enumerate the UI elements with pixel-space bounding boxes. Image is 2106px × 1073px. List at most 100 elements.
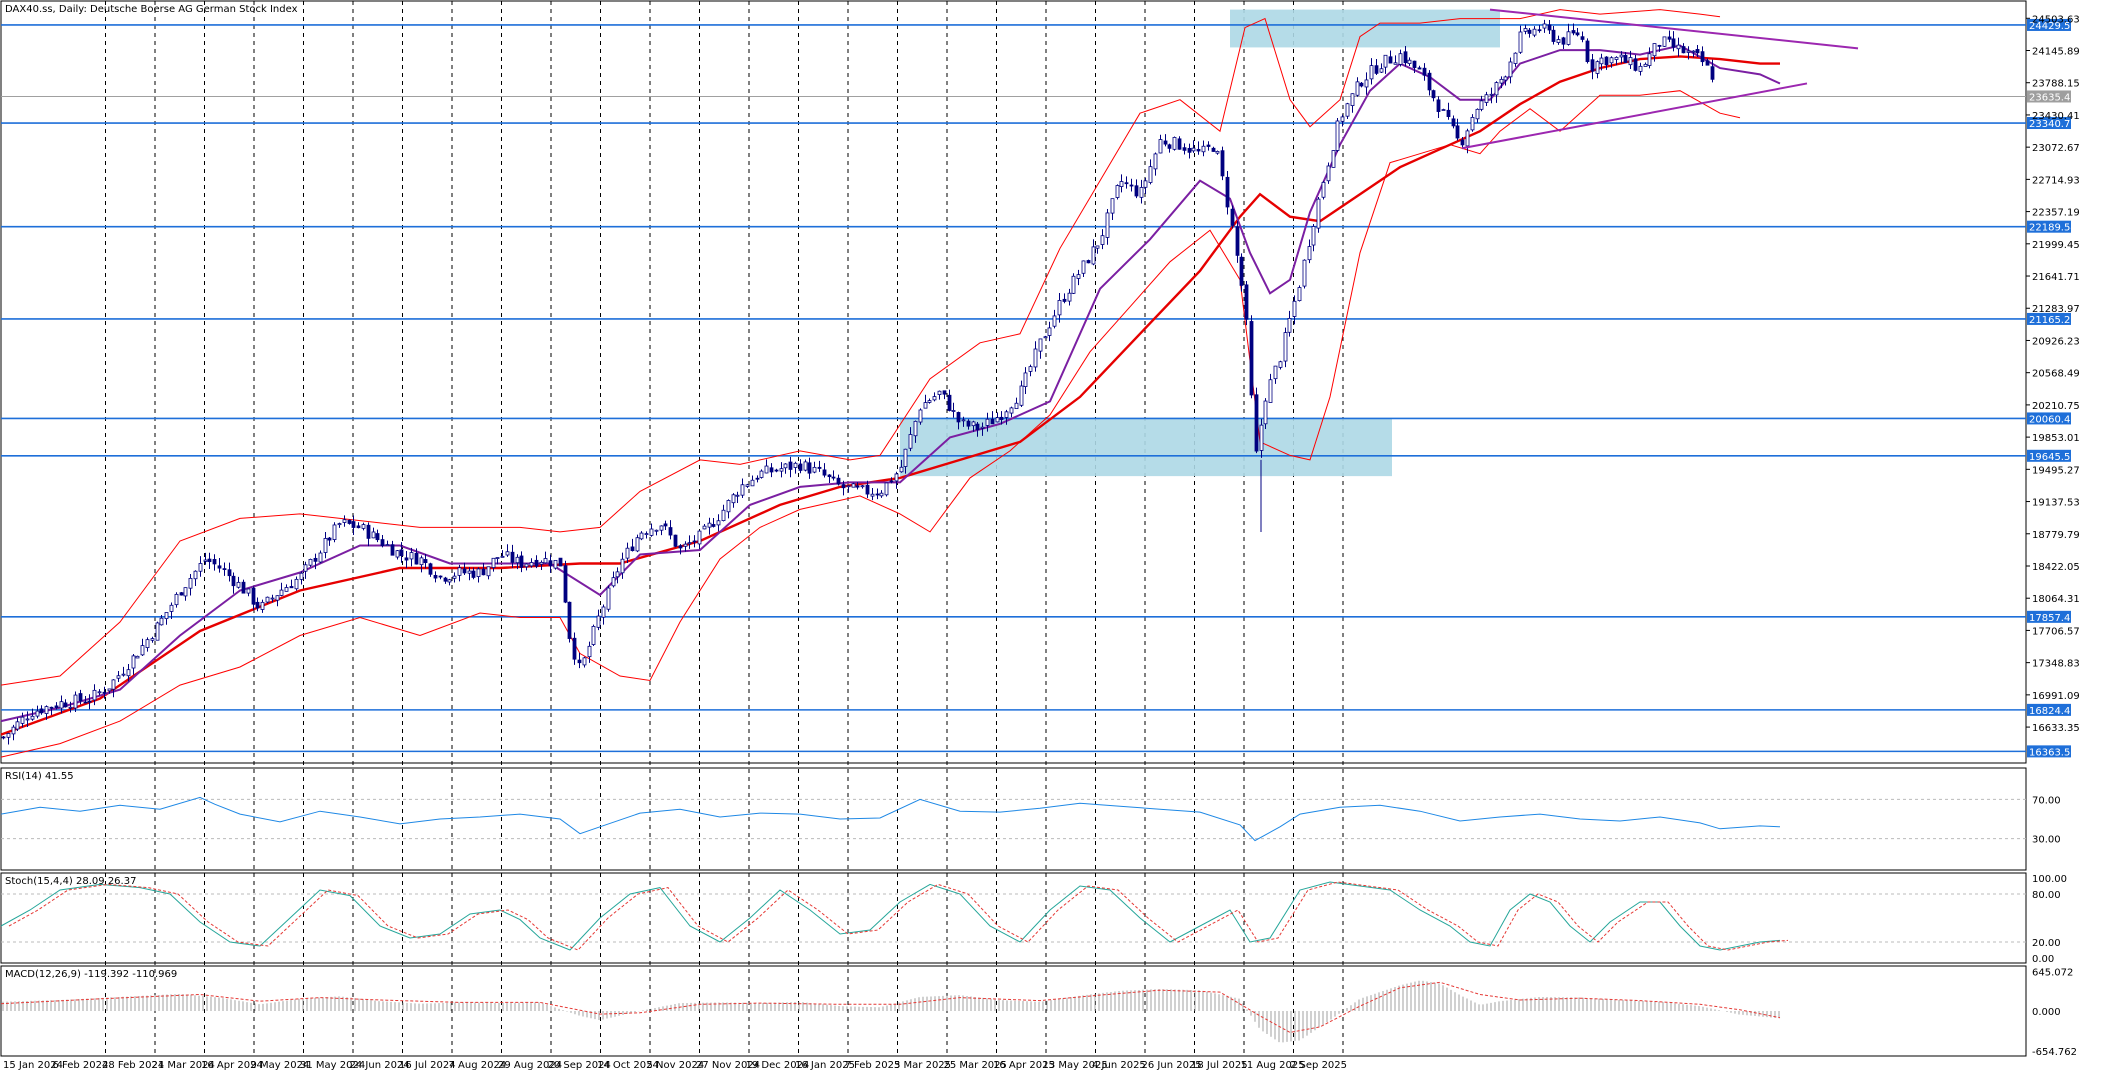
candle-body	[1513, 52, 1518, 64]
candle-body	[39, 708, 44, 714]
y-tick-label: 20210.75	[2032, 401, 2080, 412]
candle-body	[875, 493, 880, 496]
candle-body	[918, 409, 923, 423]
candle-body	[212, 559, 217, 565]
candle-body	[1086, 260, 1091, 264]
candle-body	[169, 604, 174, 612]
candle-body	[1436, 99, 1441, 112]
candle-body	[1499, 78, 1504, 84]
candle-body	[1393, 62, 1398, 65]
y-tick-label: 22714.93	[2032, 175, 2080, 186]
y-tick-label: 23788.15	[2032, 79, 2080, 90]
candle-body	[1335, 120, 1340, 151]
candle-body	[1489, 93, 1494, 96]
candle-body	[1542, 23, 1547, 29]
y-tick-label: 16633.35	[2032, 723, 2080, 734]
candle-body	[1551, 29, 1556, 42]
candle-body	[1417, 67, 1422, 70]
candle-body	[783, 463, 788, 469]
candle-body	[587, 645, 592, 658]
candle-body	[1201, 145, 1206, 153]
candle-body	[601, 606, 606, 618]
candle-body	[1355, 81, 1360, 96]
candle-body	[980, 426, 985, 429]
candle-body	[92, 689, 97, 701]
candle-body	[889, 480, 894, 483]
candle-body	[1619, 54, 1624, 58]
candle-body	[419, 557, 424, 566]
candle-body	[913, 420, 918, 437]
candle-body	[159, 617, 164, 626]
candle-body	[1129, 184, 1134, 187]
candle-body	[428, 563, 433, 575]
candle-body	[1585, 40, 1590, 63]
candle-body	[1206, 144, 1211, 147]
candle-body	[35, 710, 40, 717]
y-tick-label: 18064.31	[2032, 594, 2080, 605]
candle-body	[851, 483, 856, 488]
candle-body	[942, 390, 947, 395]
candle-body	[1455, 125, 1460, 139]
candle-body	[1023, 372, 1028, 387]
candle-body	[625, 547, 630, 559]
candle-body	[1196, 148, 1201, 152]
level-price-label: 16363.53	[2029, 747, 2077, 758]
candle-body	[1604, 56, 1609, 66]
candle-body	[673, 534, 678, 547]
y-tick-label: 19137.53	[2032, 498, 2080, 509]
candle-body	[155, 622, 160, 641]
candle-body	[1124, 182, 1129, 185]
candle-body	[1667, 36, 1672, 40]
candle-body	[121, 673, 126, 676]
candle-body	[1369, 65, 1374, 80]
candle-body	[884, 482, 889, 496]
candle-body	[83, 701, 88, 704]
y-tick-label: 16991.09	[2032, 691, 2080, 702]
highlight-zone	[1230, 9, 1500, 48]
candle-body	[299, 572, 304, 580]
candle-body	[846, 485, 851, 488]
candle-body	[899, 466, 904, 473]
candle-body	[1647, 53, 1652, 66]
candle-body	[1052, 315, 1057, 327]
candle-body	[534, 559, 539, 567]
candle-body	[54, 705, 59, 709]
candle-body	[966, 420, 971, 427]
candle-body	[831, 476, 836, 479]
candle-body	[1028, 366, 1033, 372]
candle-body	[1527, 29, 1532, 34]
candle-body	[399, 549, 404, 557]
candle-body	[908, 434, 913, 449]
candle-body	[1676, 44, 1681, 50]
candle-body	[726, 500, 731, 513]
candle-body	[443, 577, 448, 582]
candle-body	[198, 563, 203, 572]
candle-body	[1571, 30, 1576, 34]
candle-body	[11, 726, 16, 735]
candle-body	[611, 577, 616, 587]
candle-body	[1076, 274, 1081, 279]
candle-body	[1263, 400, 1268, 425]
candle-body	[313, 557, 318, 562]
candle-body	[1158, 139, 1163, 154]
candle-body	[1283, 332, 1288, 362]
candle-body	[1211, 147, 1216, 152]
candle-body	[1556, 39, 1561, 43]
candle-body	[975, 423, 980, 431]
candle-body	[438, 575, 443, 578]
candle-body	[1657, 44, 1662, 47]
candle-body	[1038, 338, 1043, 352]
candle-body	[702, 525, 707, 530]
candle-body	[78, 693, 83, 702]
candle-body	[347, 519, 352, 524]
stoch-level-label: 20.00	[2032, 938, 2061, 949]
candle-body	[1307, 246, 1312, 261]
candle-body	[870, 493, 875, 497]
candle-body	[49, 706, 54, 709]
y-tick-label: 20926.23	[2032, 336, 2080, 347]
candle-body	[1167, 144, 1172, 149]
candle-body	[275, 595, 280, 601]
candle-body	[1494, 82, 1499, 96]
candle-body	[1115, 185, 1120, 198]
candle-body	[251, 587, 256, 605]
